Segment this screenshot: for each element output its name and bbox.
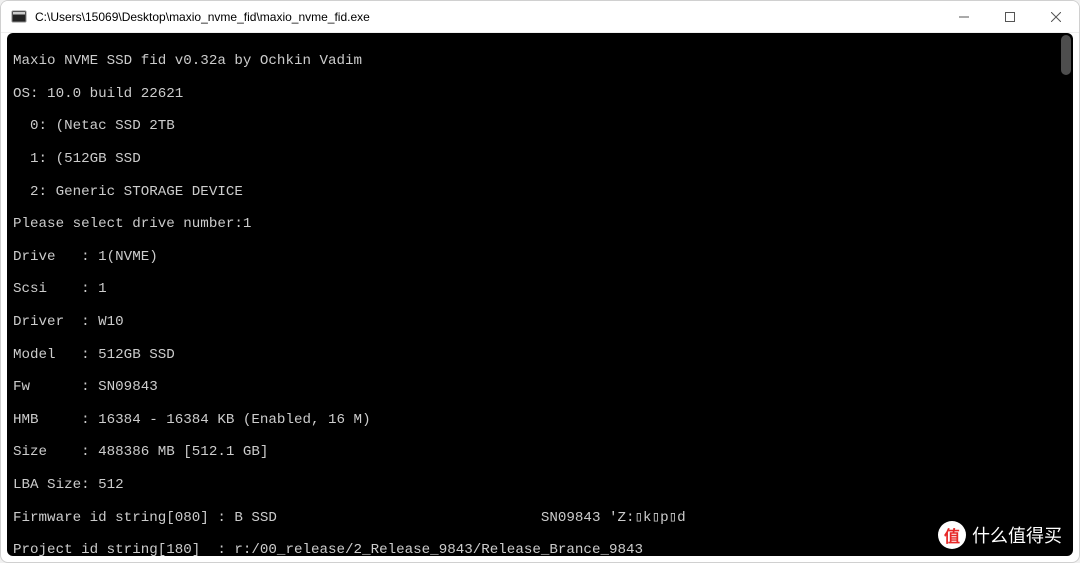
console-line: Drive : 1(NVME): [13, 249, 1067, 265]
console-line: 0: (Netac SSD 2TB: [13, 118, 1067, 134]
console-line: Maxio NVME SSD fid v0.32a by Ochkin Vadi…: [13, 53, 1067, 69]
window-controls: [941, 1, 1079, 32]
titlebar[interactable]: C:\Users\15069\Desktop\maxio_nvme_fid\ma…: [1, 1, 1079, 33]
console-line: Fw : SN09843: [13, 379, 1067, 395]
console-line: 1: (512GB SSD: [13, 151, 1067, 167]
scrollbar-thumb[interactable]: [1061, 35, 1071, 75]
console-line: Project id string[180] : r:/00_release/2…: [13, 542, 1067, 556]
window-title: C:\Users\15069\Desktop\maxio_nvme_fid\ma…: [35, 10, 941, 24]
console-scrollbar[interactable]: [1059, 33, 1073, 556]
console-line: Driver : W10: [13, 314, 1067, 330]
console-line: 2: Generic STORAGE DEVICE: [13, 184, 1067, 200]
console-line: Scsi : 1: [13, 281, 1067, 297]
console-line: Firmware id string[080] : B SSD SN09843 …: [13, 510, 1067, 526]
console-line: LBA Size: 512: [13, 477, 1067, 493]
app-window: C:\Users\15069\Desktop\maxio_nvme_fid\ma…: [0, 0, 1080, 563]
console-line: HMB : 16384 - 16384 KB (Enabled, 16 M): [13, 412, 1067, 428]
close-button[interactable]: [1033, 1, 1079, 32]
console-line: OS: 10.0 build 22621: [13, 86, 1067, 102]
console-line: Size : 488386 MB [512.1 GB]: [13, 444, 1067, 460]
console-output[interactable]: Maxio NVME SSD fid v0.32a by Ochkin Vadi…: [7, 33, 1073, 556]
console-line: Please select drive number:1: [13, 216, 1067, 232]
console-line: Model : 512GB SSD: [13, 347, 1067, 363]
maximize-button[interactable]: [987, 1, 1033, 32]
minimize-button[interactable]: [941, 1, 987, 32]
app-icon: [11, 9, 27, 25]
